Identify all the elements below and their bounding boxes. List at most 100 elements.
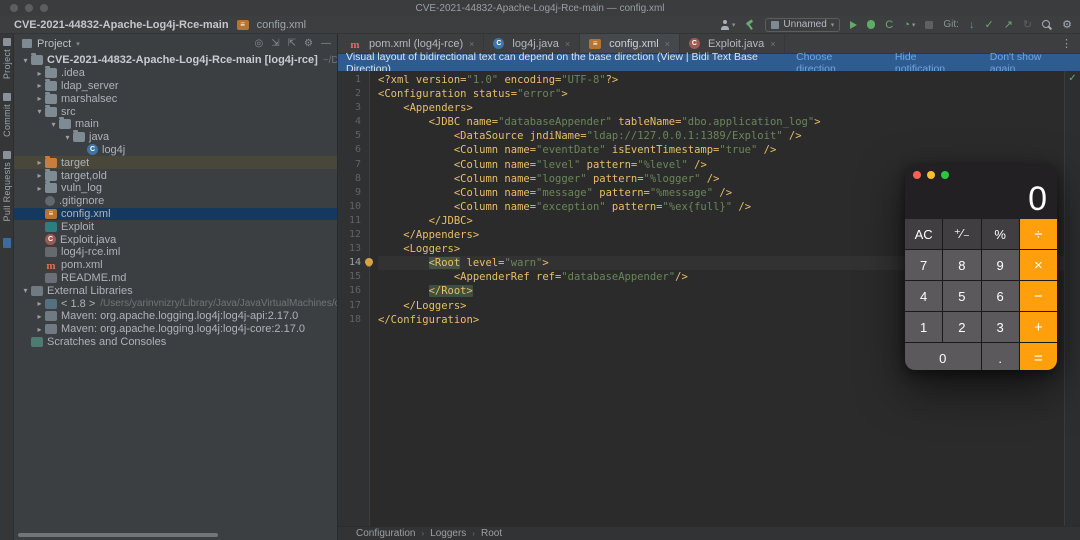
tree-item[interactable]: ▾CVE-2021-44832-Apache-Log4j-Rce-main [l… xyxy=(14,54,337,67)
calc-button-divide[interactable]: ÷ xyxy=(1020,219,1057,249)
tab-close-icon[interactable]: × xyxy=(770,39,775,49)
calc-button-digit-5[interactable]: 5 xyxy=(943,281,980,311)
calc-button-decimal[interactable]: . xyxy=(982,343,1019,370)
expand-all-icon[interactable]: ⇲ xyxy=(271,38,279,49)
chevron-right-icon[interactable]: ▸ xyxy=(34,312,45,321)
inspections-ok-icon[interactable]: ✓ xyxy=(1065,71,1080,87)
tree-item[interactable]: ▸target xyxy=(14,156,337,169)
tab-close-icon[interactable]: × xyxy=(469,39,474,49)
calc-button-digit-4[interactable]: 4 xyxy=(905,281,942,311)
chevron-right-icon[interactable]: ▸ xyxy=(34,184,45,193)
calc-zoom-icon[interactable] xyxy=(941,171,949,179)
tree-item[interactable]: config.xml xyxy=(14,208,337,221)
calc-button-plus-minus[interactable]: ⁺⁄₋ xyxy=(943,219,980,249)
search-everywhere-button[interactable] xyxy=(1042,20,1052,30)
locate-icon[interactable]: ◎ xyxy=(255,38,264,49)
calc-minimize-icon[interactable] xyxy=(927,171,935,179)
chevron-down-icon[interactable]: ▾ xyxy=(48,120,59,129)
chevron-right-icon[interactable]: ▸ xyxy=(34,171,45,180)
header-current-file[interactable]: config.xml xyxy=(237,19,307,31)
tab-close-icon[interactable]: × xyxy=(565,39,570,49)
tree-item[interactable]: ▸< 1.8 >/Users/yarinvnizry/Library/Java/… xyxy=(14,297,337,310)
calc-button-digit-2[interactable]: 2 xyxy=(943,312,980,342)
stop-button[interactable] xyxy=(925,21,933,29)
code-line[interactable]: <Configuration status="error"> xyxy=(378,87,1064,101)
tree-item[interactable]: ▾src xyxy=(14,105,337,118)
tree-item[interactable]: log4j-rce.iml xyxy=(14,246,337,259)
chevron-down-icon[interactable]: ▾ xyxy=(20,56,31,65)
tree-item[interactable]: log4j xyxy=(14,144,337,157)
tree-item[interactable]: Exploit xyxy=(14,220,337,233)
tree-item[interactable]: pom.xml xyxy=(14,259,337,272)
profiler-button[interactable]: ◔▾ xyxy=(903,19,915,31)
calculator-window[interactable]: 0 AC⁺⁄₋%÷789×456−123+0.= xyxy=(905,164,1057,370)
chevron-right-icon[interactable]: ▸ xyxy=(34,69,45,78)
calc-button-digit-9[interactable]: 9 xyxy=(982,250,1019,280)
chevron-right-icon[interactable]: ▸ xyxy=(34,299,45,308)
calc-button-digit-6[interactable]: 6 xyxy=(982,281,1019,311)
chevron-down-icon[interactable]: ▾ xyxy=(34,107,45,116)
tree-item[interactable]: ▸Maven: org.apache.logging.log4j:log4j-a… xyxy=(14,310,337,323)
tree-item[interactable]: Scratches and Consoles xyxy=(14,336,337,349)
calc-button-digit-7[interactable]: 7 xyxy=(905,250,942,280)
chevron-right-icon[interactable]: ▸ xyxy=(34,94,45,103)
code-line[interactable]: <Column name="eventDate" isEventTimestam… xyxy=(378,143,1064,157)
run-configuration-select[interactable]: Unnamed ▾ xyxy=(765,18,840,32)
code-line[interactable]: <?xml version="1.0" encoding="UTF-8"?> xyxy=(378,73,1064,87)
calc-button-digit-8[interactable]: 8 xyxy=(943,250,980,280)
debug-button[interactable] xyxy=(867,20,875,29)
calc-button-multiply[interactable]: × xyxy=(1020,250,1057,280)
settings-button[interactable]: ⚙ xyxy=(1062,18,1072,31)
calc-button-ac[interactable]: AC xyxy=(905,219,942,249)
calc-button-digit-3[interactable]: 3 xyxy=(982,312,1019,342)
tool-strip-indicator[interactable] xyxy=(3,238,11,248)
calc-button-digit-0[interactable]: 0 xyxy=(905,343,981,370)
chevron-right-icon[interactable]: ▸ xyxy=(34,325,45,334)
tree-item[interactable]: ▾java xyxy=(14,131,337,144)
git-commit-button[interactable]: ✓ xyxy=(984,18,993,31)
calc-button-plus[interactable]: + xyxy=(1020,312,1057,342)
calc-button-percent[interactable]: % xyxy=(982,219,1019,249)
profile-button[interactable]: ▾ xyxy=(720,20,736,30)
tree-item[interactable]: ▾main xyxy=(14,118,337,131)
calc-button-equals[interactable]: = xyxy=(1020,343,1057,370)
tree-item[interactable]: ▸ldap_server xyxy=(14,80,337,93)
calc-button-minus[interactable]: − xyxy=(1020,281,1057,311)
tool-strip-commit[interactable]: Commit xyxy=(2,93,12,137)
tool-strip-pull-requests[interactable]: Pull Requests xyxy=(2,151,12,221)
code-line[interactable]: <DataSource jndiName="ldap://127.0.0.1:1… xyxy=(378,129,1064,143)
project-tree-hscrollbar[interactable] xyxy=(18,533,218,537)
chevron-down-icon[interactable]: ▾ xyxy=(20,286,31,295)
chevron-right-icon[interactable]: ▸ xyxy=(34,158,45,167)
git-update-button[interactable]: ↓ xyxy=(969,19,975,31)
breadcrumb-item-loggers[interactable]: Loggers xyxy=(430,528,466,539)
chevron-down-icon[interactable]: ▾ xyxy=(62,133,73,142)
calc-close-icon[interactable] xyxy=(913,171,921,179)
breadcrumb-item-configuration[interactable]: Configuration xyxy=(356,528,415,539)
tool-strip-project[interactable]: Project xyxy=(2,38,12,79)
tree-item[interactable]: README.md xyxy=(14,272,337,285)
build-button[interactable] xyxy=(745,20,755,30)
coverage-button[interactable]: C xyxy=(885,19,893,31)
project-view-select[interactable]: Project ▾ xyxy=(22,38,80,50)
tree-item[interactable]: Exploit.java xyxy=(14,233,337,246)
code-line[interactable]: <JDBC name="databaseAppender" tableName=… xyxy=(378,115,1064,129)
git-history-button[interactable]: ↻ xyxy=(1023,18,1032,31)
tree-item[interactable]: .gitignore xyxy=(14,195,337,208)
code-line[interactable]: <Appenders> xyxy=(378,101,1064,115)
run-button[interactable] xyxy=(850,21,857,29)
collapse-all-icon[interactable]: ⇱ xyxy=(288,38,296,49)
gear-icon[interactable]: ⚙ xyxy=(304,38,313,49)
tree-item[interactable]: ▸.idea xyxy=(14,67,337,80)
tree-item[interactable]: ▸vuln_log xyxy=(14,182,337,195)
breadcrumb-item-root[interactable]: Root xyxy=(481,528,502,539)
tree-item[interactable]: ▸target,old xyxy=(14,169,337,182)
tab-close-icon[interactable]: × xyxy=(665,39,670,49)
chevron-right-icon[interactable]: ▸ xyxy=(34,81,45,90)
tree-item[interactable]: ▾External Libraries xyxy=(14,284,337,297)
hide-panel-icon[interactable]: — xyxy=(321,38,331,49)
tree-item[interactable]: ▸Maven: org.apache.logging.log4j:log4j-c… xyxy=(14,323,337,336)
git-push-button[interactable]: ↗ xyxy=(1004,18,1013,31)
calc-button-digit-1[interactable]: 1 xyxy=(905,312,942,342)
tree-item[interactable]: ▸marshalsec xyxy=(14,92,337,105)
